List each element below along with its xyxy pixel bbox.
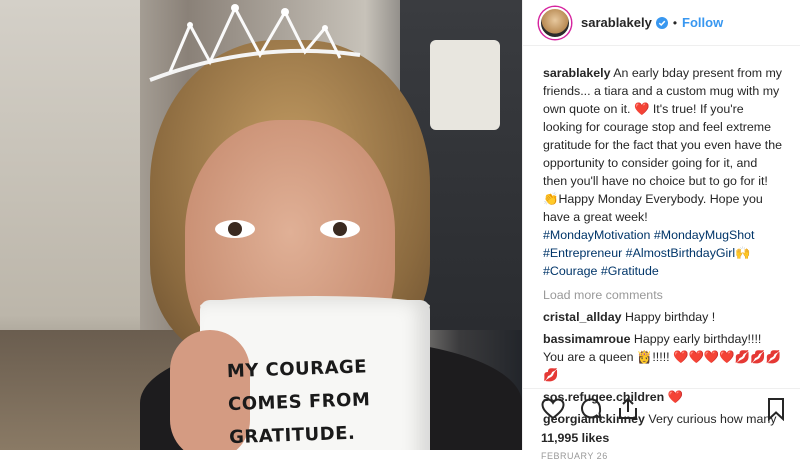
comment: cristal_allday Happy birthday ! [543, 308, 784, 326]
bookmark-icon[interactable] [767, 397, 785, 421]
hashtag-gratitude[interactable]: #Gratitude [601, 264, 659, 278]
action-bar: 11,995 likes FEBRUARY 26 [523, 388, 800, 461]
comment-text: Happy birthday ! [624, 310, 716, 324]
likes-count[interactable]: 11,995 likes [523, 431, 800, 445]
header-username[interactable]: sarablakely [581, 15, 652, 30]
comment-username[interactable]: bassimamroue [543, 332, 630, 346]
instagram-post: MY COURAGE COMES FROM GRATITUDE. sarabla… [0, 0, 800, 461]
left-eye [215, 220, 255, 238]
mug-line-3: GRATITUDE. [228, 422, 356, 449]
caption-text-3: Happy Monday Everybody. Hope you have a … [543, 192, 763, 224]
share-icon[interactable] [617, 397, 639, 421]
avatar[interactable] [539, 6, 571, 39]
hashtag-mondaymugshot[interactable]: #MondayMugShot [654, 228, 755, 242]
hashtag-entrepreneur[interactable]: #Entrepreneur [543, 246, 622, 260]
comment: bassimamroue Happy early birthday!!!! Yo… [543, 330, 784, 384]
hashtag-courage[interactable]: #Courage [543, 264, 597, 278]
heart-emoji: ❤️ [633, 102, 650, 116]
like-heart-icon[interactable] [541, 398, 565, 420]
post-sidebar: sarablakely • Follow sarablakely An earl… [522, 0, 800, 461]
mug-quote: MY COURAGE COMES FROM GRATITUDE. [226, 349, 409, 450]
post-date[interactable]: FEBRUARY 26 [523, 451, 800, 461]
action-icons [523, 389, 800, 423]
verified-badge-icon [655, 16, 668, 29]
background-shirt [430, 40, 500, 130]
raised-hands-emoji: 🙌 [735, 246, 751, 260]
caption: sarablakely An early bday present from m… [543, 64, 784, 280]
post-photo[interactable]: MY COURAGE COMES FROM GRATITUDE. [0, 0, 522, 450]
comment-username[interactable]: cristal_allday [543, 310, 622, 324]
right-eye [320, 220, 360, 238]
tiara-icon [149, 4, 361, 82]
separator-dot: • [672, 15, 678, 30]
comments-section: sarablakely An early bday present from m… [523, 46, 800, 428]
comment-icon[interactable] [579, 397, 603, 421]
post-header: sarablakely • Follow [523, 0, 800, 46]
follow-button[interactable]: Follow [682, 15, 723, 30]
caption-username[interactable]: sarablakely [543, 66, 611, 80]
hashtag-almostbirthdaygirl[interactable]: #AlmostBirthdayGirl [626, 246, 735, 260]
clap-emoji: 👏 [543, 192, 559, 206]
load-more-comments-link[interactable]: Load more comments [543, 286, 784, 304]
hashtag-mondaymotivation[interactable]: #MondayMotivation [543, 228, 650, 242]
